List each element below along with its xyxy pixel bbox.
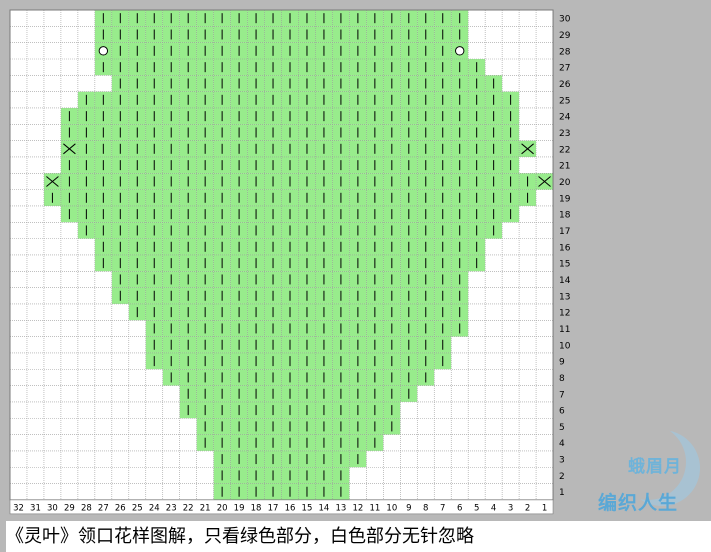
row-number: 15 bbox=[559, 260, 570, 270]
row-number: 17 bbox=[559, 227, 570, 237]
row-number: 8 bbox=[559, 374, 565, 384]
column-number: 4 bbox=[491, 503, 496, 513]
column-number: 8 bbox=[423, 503, 428, 513]
column-number: 6 bbox=[457, 503, 462, 513]
column-number: 19 bbox=[234, 503, 245, 513]
row-number: 13 bbox=[559, 292, 570, 302]
row-number: 22 bbox=[559, 145, 570, 155]
column-number: 18 bbox=[251, 503, 262, 513]
row-number: 11 bbox=[559, 325, 570, 335]
row-number: 27 bbox=[559, 64, 570, 74]
column-number: 16 bbox=[285, 503, 296, 513]
column-number: 17 bbox=[268, 503, 279, 513]
chart-canvas: 30 29 28 27 26 25 24 23 22 21 20 19 18 17 16 15 14 13 12 11… bbox=[0, 0, 711, 520]
row-number: 23 bbox=[559, 129, 570, 139]
row-number: 29 bbox=[559, 31, 571, 41]
row-number: 28 bbox=[559, 47, 571, 57]
row-number: 25 bbox=[559, 96, 570, 106]
chart-window: 30 29 28 27 26 25 24 23 22 21 20 19 18 17 16 15 14 13 12 11… bbox=[0, 0, 711, 552]
column-number: 32 bbox=[13, 503, 24, 513]
column-number: 5 bbox=[474, 503, 479, 513]
column-number: 28 bbox=[81, 503, 92, 513]
column-number: 9 bbox=[406, 503, 411, 513]
column-number: 31 bbox=[30, 503, 41, 513]
row-number: 12 bbox=[559, 309, 570, 319]
row-number: 21 bbox=[559, 162, 570, 172]
knitting-chart: 3029282726252423222120191817161514131211… bbox=[9, 9, 571, 515]
yarn-over-symbol bbox=[455, 46, 465, 56]
yarn-over-symbol bbox=[98, 46, 109, 56]
row-number: 7 bbox=[559, 390, 565, 400]
row-number: 2 bbox=[559, 472, 565, 482]
row-number: 3 bbox=[559, 456, 565, 466]
row-number: 6 bbox=[559, 407, 565, 417]
row-number: 1 bbox=[559, 488, 565, 498]
row-number: 30 bbox=[559, 15, 571, 25]
column-number: 14 bbox=[319, 503, 330, 513]
column-number: 30 bbox=[47, 503, 58, 513]
row-number: 26 bbox=[559, 80, 571, 90]
column-number: 20 bbox=[217, 503, 228, 513]
row-number: 20 bbox=[559, 178, 571, 188]
column-number: 1 bbox=[542, 503, 547, 513]
column-number: 11 bbox=[369, 503, 380, 513]
row-number: 18 bbox=[559, 211, 571, 221]
column-number: 7 bbox=[440, 503, 445, 513]
column-number: 3 bbox=[508, 503, 513, 513]
column-number: 24 bbox=[149, 503, 160, 513]
column-number: 10 bbox=[386, 503, 397, 513]
row-number: 9 bbox=[559, 358, 565, 368]
column-number: 26 bbox=[115, 503, 126, 513]
chart-caption: 《灵叶》领口花样图解，只看绿色部分，白色部分无针忽略 bbox=[6, 521, 711, 552]
row-number: 5 bbox=[559, 423, 565, 433]
row-number: 19 bbox=[559, 194, 571, 204]
column-number: 27 bbox=[98, 503, 109, 513]
column-number: 23 bbox=[166, 503, 177, 513]
column-number: 2 bbox=[525, 503, 530, 513]
row-number: 14 bbox=[559, 276, 571, 286]
row-number: 24 bbox=[559, 113, 571, 123]
column-number: 13 bbox=[336, 503, 347, 513]
row-number: 16 bbox=[559, 243, 571, 253]
row-number: 4 bbox=[559, 439, 565, 449]
column-number: 15 bbox=[302, 503, 313, 513]
column-number: 22 bbox=[183, 503, 194, 513]
column-number: 25 bbox=[132, 503, 143, 513]
row-number: 10 bbox=[559, 341, 571, 351]
column-number: 12 bbox=[352, 503, 363, 513]
column-number: 21 bbox=[200, 503, 211, 513]
column-number: 29 bbox=[64, 503, 75, 513]
